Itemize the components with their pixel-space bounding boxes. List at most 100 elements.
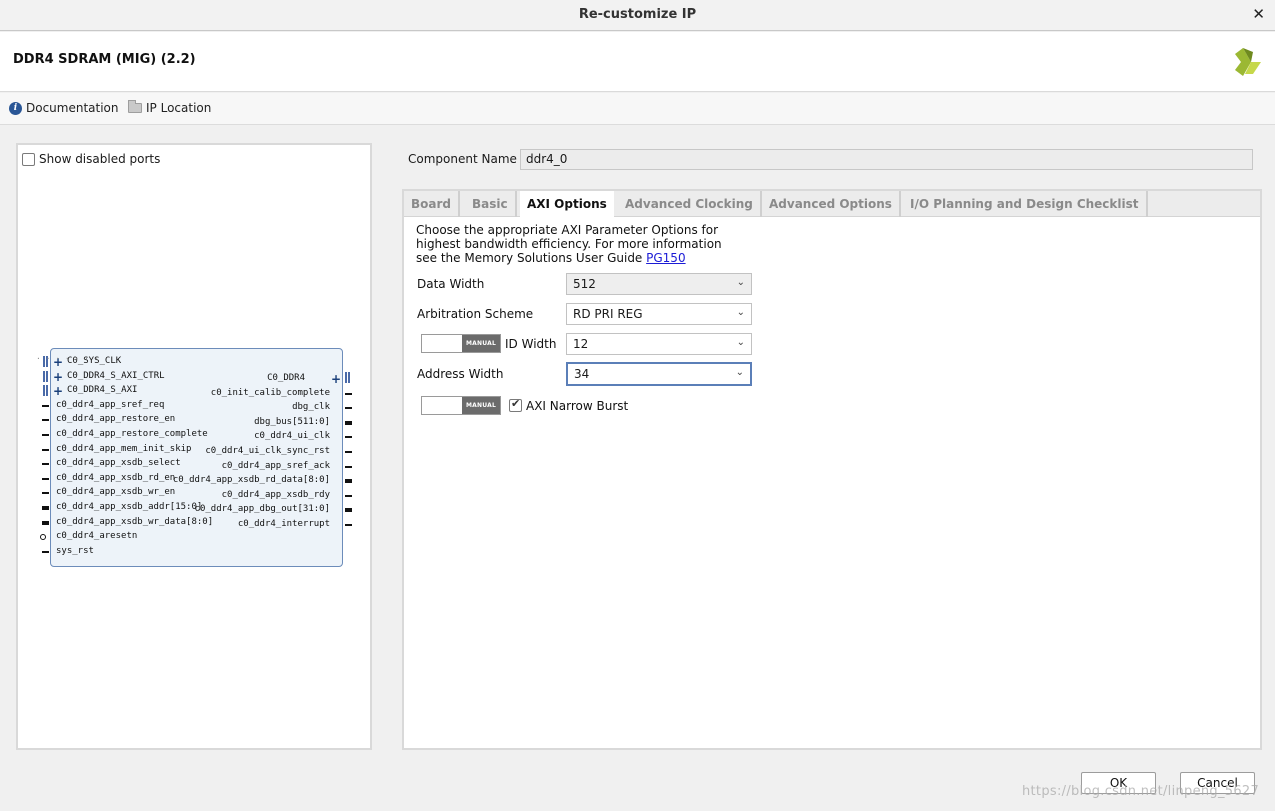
- config-area: Component Name ddr4_0 Board Basic AXI Op…: [402, 143, 1262, 750]
- data-width-select[interactable]: 512 ⌄: [566, 273, 752, 295]
- expand-plus-icon: +: [53, 384, 64, 399]
- pin-stub: [345, 436, 352, 439]
- arbitration-scheme-value: RD PRI REG: [573, 307, 643, 321]
- show-disabled-ports-label: Show disabled ports: [39, 152, 161, 166]
- pin-stub: [345, 451, 352, 453]
- pin-stub: [42, 550, 49, 553]
- id-width-value: 12: [573, 337, 589, 351]
- pin-stub: [345, 407, 352, 410]
- right-pin-label: c0_ddr4_app_xsdb_rdy: [221, 489, 330, 500]
- right-pin-label: c0_ddr4_ui_clk: [254, 431, 330, 442]
- bus-bar-marker: [43, 385, 48, 397]
- component-name-input[interactable]: ddr4_0: [520, 149, 1253, 170]
- address-width-label: Address Width: [417, 367, 504, 381]
- tab-axi-options[interactable]: AXI Options: [520, 191, 614, 218]
- pin-stub: [42, 520, 49, 525]
- chevron-down-icon: ⌄: [736, 277, 745, 288]
- left-bus-pin-label: C0_DDR4_S_AXI_CTRL: [67, 370, 165, 381]
- tab-strip: Board Basic AXI Options Advanced Clockin…: [404, 191, 1260, 218]
- bus-bar-marker: [345, 372, 350, 383]
- pin-stub: [345, 420, 352, 425]
- left-pin-label: c0_ddr4_app_restore_en: [56, 414, 176, 425]
- address-width-select[interactable]: 34 ⌄: [566, 362, 752, 386]
- left-pin-label: c0_ddr4_app_xsdb_rd_en: [56, 472, 176, 483]
- tab-board[interactable]: Board: [404, 191, 460, 217]
- tab-advanced-clocking[interactable]: Advanced Clocking: [618, 191, 762, 217]
- right-pin-label: dbg_clk: [292, 402, 330, 413]
- window-title: Re-customize IP: [578, 7, 697, 22]
- narrow-burst-manual-toggle[interactable]: MANUAL: [421, 396, 501, 415]
- right-bus-pin-label: C0_DDR4: [267, 373, 305, 383]
- tab-advanced-options[interactable]: Advanced Options: [762, 191, 901, 217]
- pin-stub: [42, 434, 49, 436]
- expand-plus-icon: +: [53, 369, 64, 384]
- tab-basic[interactable]: Basic: [465, 191, 517, 217]
- symbol-panel: Show disabled ports + C0_SYS_CLK + C0_DDR4_…: [16, 143, 372, 750]
- ip-header: DDR4 SDRAM (MIG) (2.2): [0, 32, 1275, 92]
- manual-knob: MANUAL: [462, 335, 500, 352]
- show-disabled-ports-checkbox[interactable]: [22, 152, 35, 166]
- pin-stub: [42, 448, 49, 451]
- chevron-down-icon: ⌄: [736, 337, 745, 348]
- pin-stub: [42, 492, 49, 495]
- id-width-select[interactable]: 12 ⌄: [566, 333, 752, 355]
- left-pin-label: c0_ddr4_app_xsdb_wr_en: [56, 487, 176, 498]
- address-width-value: 34: [574, 367, 590, 381]
- folder-icon: [128, 100, 142, 113]
- window-titlebar: Re-customize IP ✕: [0, 0, 1275, 31]
- left-pin-label: c0_ddr4_app_sref_req: [56, 399, 165, 410]
- id-width-label: ID Width: [505, 337, 557, 351]
- right-pin-label: dbg_bus[511:0]: [254, 416, 330, 427]
- pg150-link[interactable]: PG150: [646, 251, 685, 265]
- right-pin-label: c0_ddr4_app_xsdb_rd_data[8:0]: [172, 475, 330, 486]
- chevron-down-icon: ⌄: [736, 307, 745, 318]
- left-pin-label: c0_ddr4_app_xsdb_addr[15:0]: [56, 502, 203, 512]
- pin-stub: [42, 404, 49, 407]
- ip-location-link[interactable]: IP Location: [128, 100, 212, 115]
- arbitration-scheme-select[interactable]: RD PRI REG ⌄: [566, 303, 752, 325]
- left-pin-label: sys_rst: [56, 545, 94, 556]
- axi-narrow-burst-checkbox[interactable]: [509, 397, 522, 412]
- pin-stub: [42, 463, 49, 466]
- bus-bar-marker: [43, 370, 48, 382]
- chevron-down-icon: ⌄: [735, 367, 744, 378]
- data-width-label: Data Width: [417, 277, 485, 291]
- tab-io-planning[interactable]: I/O Planning and Design Checklist: [903, 191, 1148, 217]
- ip-location-label: IP Location: [146, 101, 212, 115]
- pin-stub: [345, 508, 352, 513]
- show-disabled-ports-toggle[interactable]: Show disabled ports: [22, 152, 160, 166]
- data-width-value: 512: [573, 277, 596, 291]
- manual-knob: MANUAL: [462, 397, 500, 414]
- active-low-pin-marker: [40, 534, 46, 541]
- pin-stub: [345, 524, 352, 526]
- documentation-link[interactable]: i Documentation: [9, 101, 119, 115]
- left-pin-label: c0_ddr4_app_xsdb_select: [56, 458, 181, 469]
- axi-narrow-burst-label: AXI Narrow Burst: [526, 399, 629, 413]
- arbitration-scheme-label: Arbitration Scheme: [417, 307, 534, 321]
- right-pin-label: c0_init_calib_complete: [210, 387, 330, 398]
- pin-stub: [42, 419, 49, 422]
- right-pin-label: c0_ddr4_interrupt: [237, 519, 330, 529]
- close-icon[interactable]: ✕: [1252, 5, 1265, 23]
- axi-description-line-1: Choose the appropriate AXI Parameter Opt…: [416, 223, 719, 237]
- axi-description-line-2: highest bandwidth efficiency. For more i…: [416, 237, 722, 251]
- dotted-edge-marker: · · · · · · ·: [36, 354, 99, 363]
- pin-stub: [42, 477, 49, 480]
- pin-stub: [345, 479, 352, 484]
- axi-description-line-3: see the Memory Solutions User Guide: [416, 251, 647, 265]
- right-pin-label: c0_ddr4_ui_clk_sync_rst: [205, 446, 330, 456]
- pin-stub: [345, 392, 352, 395]
- left-pin-label: c0_ddr4_aresetn: [56, 531, 138, 542]
- left-bus-pin-label: C0_DDR4_S_AXI: [67, 385, 138, 396]
- id-width-manual-toggle[interactable]: MANUAL: [421, 334, 501, 353]
- right-pin-label: c0_ddr4_app_dbg_out[31:0]: [194, 504, 330, 515]
- axi-description: Choose the appropriate AXI Parameter Opt…: [416, 223, 736, 265]
- expand-plus-icon: +: [331, 372, 342, 386]
- left-pin-label: c0_ddr4_app_restore_complete: [56, 429, 208, 439]
- xilinx-logo-icon: [1235, 48, 1261, 76]
- tab-panel: Board Basic AXI Options Advanced Clockin…: [402, 189, 1262, 750]
- pin-stub: [345, 494, 352, 497]
- pin-stub: [42, 506, 49, 510]
- link-bar: i Documentation IP Location: [0, 93, 1275, 125]
- watermark-text: https://blog.csdn.net/linpeng_5627: [1022, 784, 1260, 799]
